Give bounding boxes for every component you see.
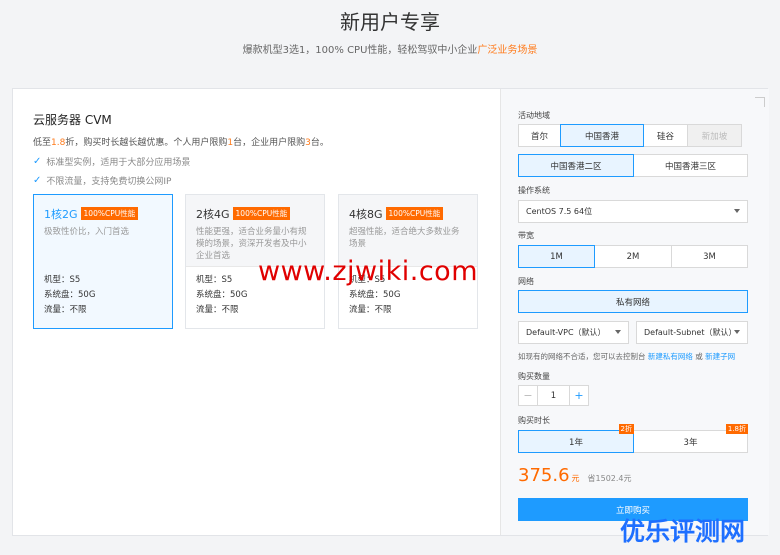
config-panel: 活动地域 首尔 中国香港 硅谷 新加坡 中国香港二区 中国香港三区 操作系统 C…	[500, 89, 769, 535]
region-label: 活动地域	[518, 111, 550, 120]
bandwidth-option-1m[interactable]: 1M	[518, 245, 595, 268]
feature-item: ✓ 标准型实例，适用于大部分应用场景	[33, 155, 190, 168]
price-unit: 元	[571, 474, 580, 483]
plan-disk: 系统盘：50G	[196, 290, 248, 300]
product-title: 云服务器 CVM	[33, 113, 112, 127]
chevron-down-icon	[734, 330, 740, 334]
plan-card-1c2g[interactable]: 1核2G 100%CPU性能 极致性价比，入门首选 机型：S5 系统盘：50G 流…	[33, 194, 173, 329]
duration-selector: 1年 2折 3年 1.8折	[518, 424, 748, 453]
subtitle-highlight: 广泛业务场景	[477, 45, 538, 56]
discount-tag: 1.8折	[725, 424, 748, 434]
plan-name: 1核2G	[44, 208, 78, 221]
new-subnet-link[interactable]: 新建子网	[705, 352, 735, 361]
page-subtitle: 爆款机型3选1，100% CPU性能，轻松驾驭中小企业广泛业务场景	[0, 41, 780, 56]
plan-desc: 超强性能，适合绝大多数业务场景	[349, 227, 460, 249]
price-value: 375.6	[518, 465, 570, 486]
os-label: 操作系统	[518, 186, 550, 195]
purchase-card: 云服务器 CVM 低至1.8折，购买时长越长越优惠。个人用户限购1台，企业用户限…	[12, 88, 769, 536]
savings-text: 省1502.4元	[587, 474, 632, 483]
region-option-hongkong[interactable]: 中国香港	[560, 124, 644, 147]
network-label: 网络	[518, 277, 534, 286]
price-display: 375.6 元省1502.4元	[518, 465, 632, 486]
region-selector: 首尔 中国香港 硅谷 新加坡	[518, 124, 742, 147]
region-option-siliconvalley[interactable]: 硅谷	[643, 124, 688, 147]
plan-name: 2核4G	[196, 208, 230, 221]
duration-option-1y[interactable]: 1年 2折	[518, 424, 634, 453]
region-option-seoul[interactable]: 首尔	[518, 124, 561, 147]
plan-badge: 100%CPU性能	[385, 207, 444, 220]
network-hint: 如现有的网络不合适，您可以去控制台 新建私有网络 或 新建子网	[518, 351, 735, 362]
feature-text: 不限流量，支持免费切换公网IP	[46, 177, 172, 187]
feature-text: 标准型实例，适用于大部分应用场景	[46, 158, 191, 168]
watermark: www.zjwiki.com	[258, 256, 478, 287]
product-panel: 云服务器 CVM 低至1.8折，购买时长越长越优惠。个人用户限购1台，企业用户限…	[13, 89, 500, 535]
promo-part: 台，企业用户限购	[233, 138, 306, 148]
bandwidth-option-2m[interactable]: 2M	[594, 245, 672, 268]
duration-label: 购买时长	[518, 416, 550, 425]
page-title: 新用户专享	[340, 10, 440, 34]
hint-text: 如现有的网络不合适，您可以去控制台	[518, 352, 646, 361]
promo-part: 低至	[33, 138, 52, 148]
discount-tag: 2折	[618, 424, 634, 434]
decrement-button[interactable]: −	[518, 385, 538, 406]
vpc-value: Default-VPC（默认）	[526, 328, 606, 337]
plan-traffic: 流量：不限	[349, 305, 392, 315]
duration-text: 3年	[683, 437, 698, 448]
os-value: CentOS 7.5 64位	[526, 207, 593, 216]
watermark-logo: 优乐评测网	[620, 517, 746, 546]
quantity-label: 购买数量	[518, 372, 550, 381]
plan-badge: 100%CPU性能	[232, 207, 291, 220]
check-icon: ✓	[33, 156, 42, 167]
plan-traffic: 流量：不限	[196, 305, 239, 315]
corner-mark	[755, 97, 765, 107]
bandwidth-option-3m[interactable]: 3M	[671, 245, 748, 268]
region-option-singapore[interactable]: 新加坡	[687, 124, 742, 147]
os-select[interactable]: CentOS 7.5 64位	[518, 200, 748, 223]
subnet-value: Default-Subnet（默认）	[644, 328, 737, 337]
plan-desc: 极致性价比，入门首选	[44, 227, 130, 237]
promo-part: 台。	[310, 138, 329, 148]
plan-disk: 系统盘：50G	[44, 290, 96, 300]
subtitle-text: 爆款机型3选1，100% CPU性能，轻松驾驭中小企业	[242, 45, 478, 56]
quantity-stepper: − 1 +	[518, 385, 589, 406]
subnet-select[interactable]: Default-Subnet（默认）	[636, 321, 748, 344]
hint-or: 或	[695, 352, 703, 361]
network-option-private[interactable]: 私有网络	[518, 290, 748, 313]
check-icon: ✓	[33, 175, 42, 186]
duration-option-3y[interactable]: 3年 1.8折	[633, 424, 748, 453]
plan-name: 4核8G	[349, 208, 383, 221]
plan-badge: 100%CPU性能	[80, 207, 139, 220]
vpc-select[interactable]: Default-VPC（默认）	[518, 321, 629, 344]
plan-header: 1核2G 100%CPU性能 极致性价比，入门首选	[34, 195, 172, 267]
zone-option-hk2[interactable]: 中国香港二区	[518, 154, 634, 177]
chevron-down-icon	[734, 209, 740, 213]
increment-button[interactable]: +	[569, 385, 589, 406]
zone-option-hk3[interactable]: 中国香港三区	[633, 154, 748, 177]
bandwidth-label: 带宽	[518, 231, 534, 240]
plan-traffic: 流量：不限	[44, 305, 87, 315]
plan-disk: 系统盘：50G	[349, 290, 401, 300]
plan-specs: 机型：S5 系统盘：50G 流量：不限	[34, 267, 172, 318]
promo-text: 低至1.8折，购买时长越长越优惠。个人用户限购1台，企业用户限购3台。	[33, 135, 329, 148]
quantity-input[interactable]: 1	[537, 385, 570, 406]
promo-discount: 1.8	[51, 138, 66, 148]
new-vpc-link[interactable]: 新建私有网络	[648, 352, 693, 361]
feature-item: ✓ 不限流量，支持免费切换公网IP	[33, 174, 171, 187]
bandwidth-selector: 1M 2M 3M	[518, 245, 748, 268]
chevron-down-icon	[615, 330, 621, 334]
zone-selector: 中国香港二区 中国香港三区	[518, 154, 748, 177]
duration-text: 1年	[569, 437, 583, 448]
promo-part: 折，购买时长越长越优惠。个人用户限购	[65, 138, 228, 148]
plan-model: 机型：S5	[44, 275, 81, 285]
